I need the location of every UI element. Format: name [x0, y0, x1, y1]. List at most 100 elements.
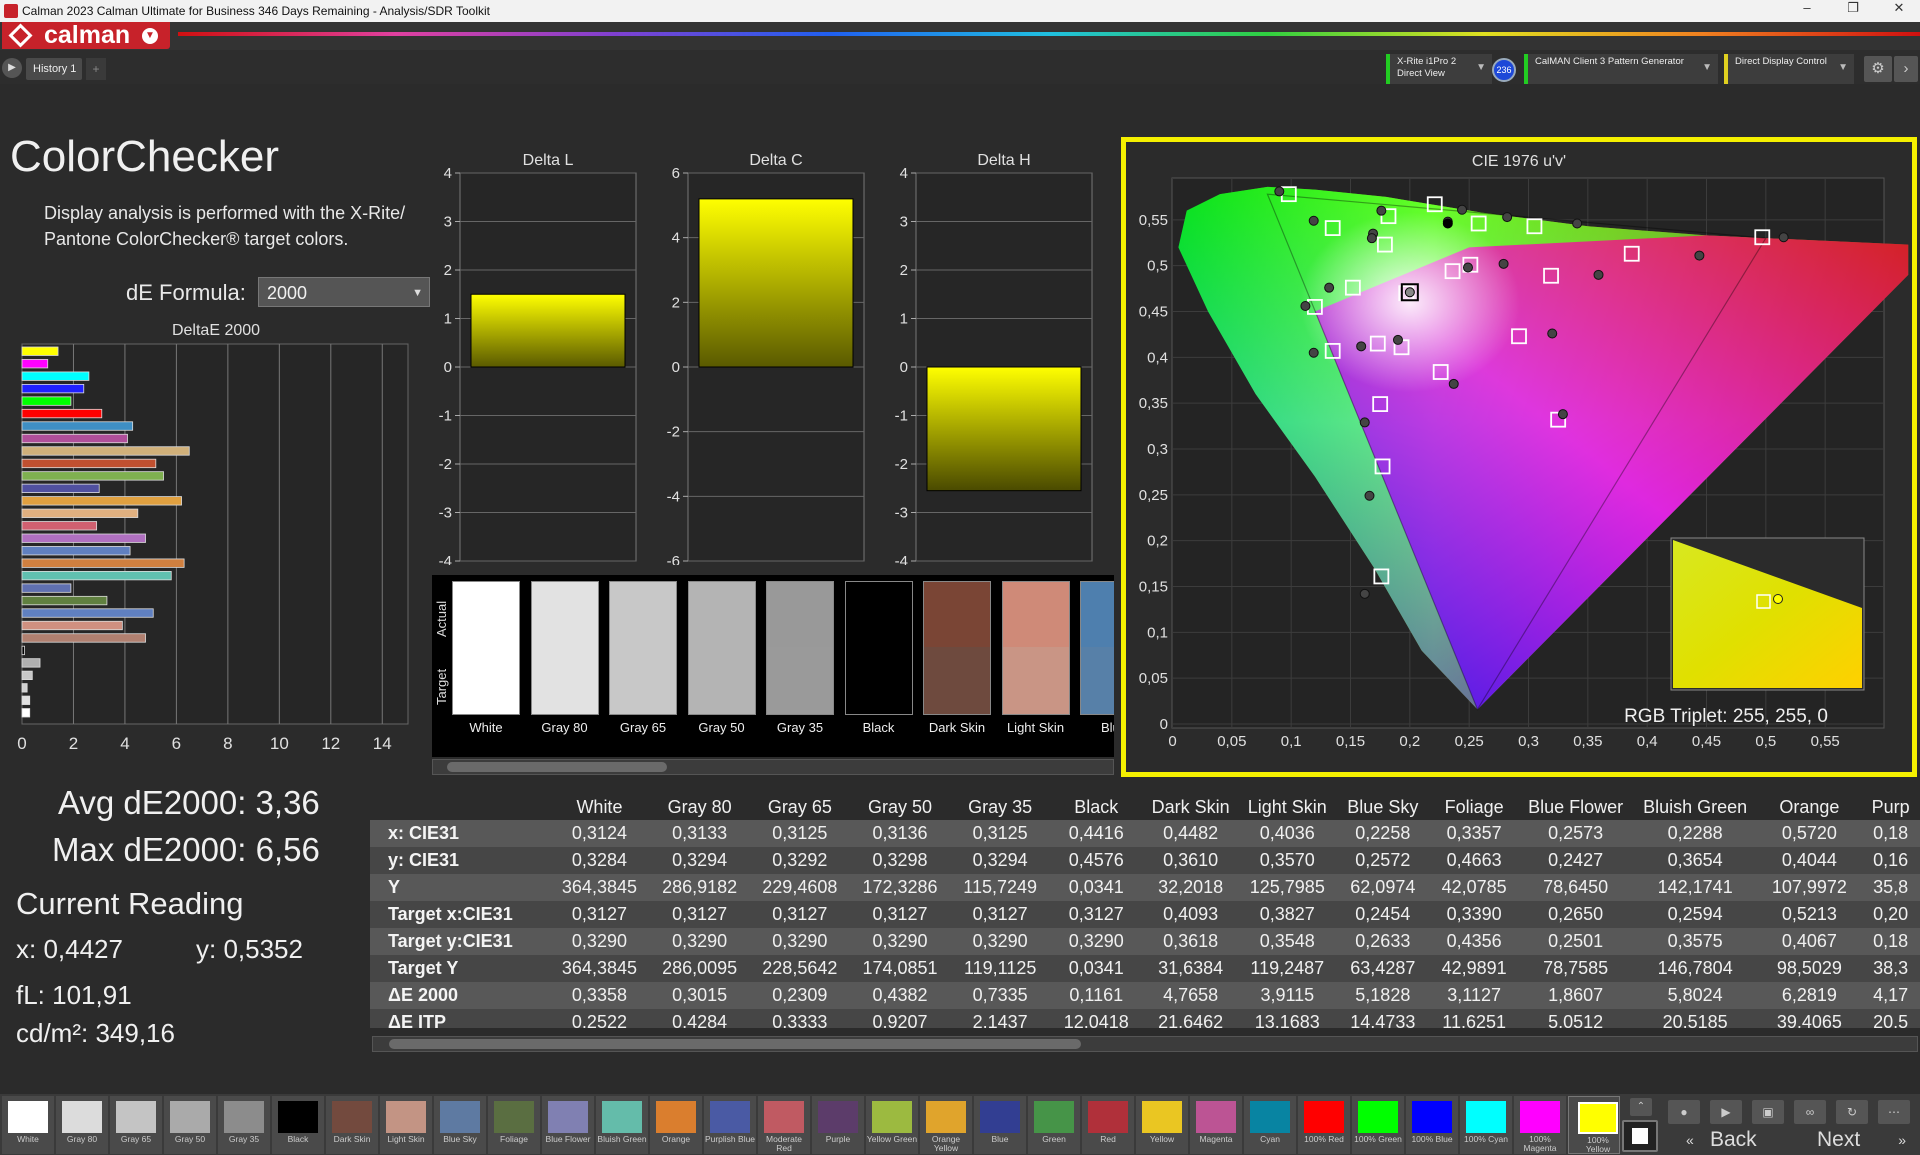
save-icon[interactable]: ▣ [1752, 1100, 1784, 1124]
table-row: x: CIE310,31240,31330,31250,31360,31250,… [370, 820, 1920, 847]
delta-bar [699, 199, 853, 367]
cie-measured-marker [1463, 263, 1472, 272]
cie-measured-marker [1548, 329, 1557, 338]
table-cell: 5,8024 [1633, 982, 1758, 1009]
meter-device-selector[interactable]: X-Rite i1Pro 2 Direct View ▼ [1386, 54, 1492, 84]
pattern-swatch-button[interactable]: 100% Cyan [1460, 1096, 1512, 1154]
cie-measured-marker [1301, 302, 1310, 311]
scrollbar-thumb[interactable] [447, 762, 667, 772]
pattern-swatch-button[interactable]: Light Skin [380, 1096, 432, 1154]
y-tick-label: 4 [672, 230, 680, 247]
pattern-swatch-button[interactable]: Purplish Blue [704, 1096, 756, 1154]
play-icon[interactable]: ▶ [2, 58, 22, 78]
scrollbar-thumb[interactable] [389, 1039, 1081, 1049]
swatch-label: Dark Skin [923, 720, 991, 735]
table-row: ΔE ITP0,25220,42840,33330,92072,143712,0… [370, 1009, 1920, 1028]
swatch-color [548, 1101, 588, 1133]
pattern-swatch-button[interactable]: Gray 35 [218, 1096, 270, 1154]
history-tab[interactable]: History 1 [26, 58, 82, 80]
pattern-swatch-button[interactable]: Yellow [1136, 1096, 1188, 1154]
loop-icon[interactable]: ∞ [1794, 1100, 1826, 1124]
refresh-icon[interactable]: ↻ [1836, 1100, 1868, 1124]
y-tick-label: 2 [900, 262, 908, 279]
minimize-icon[interactable]: – [1790, 0, 1824, 22]
pattern-swatch-button[interactable]: Red [1082, 1096, 1134, 1154]
swatch-label: 100% Green [1352, 1135, 1404, 1144]
pattern-swatch-button[interactable]: Purple [812, 1096, 864, 1154]
record-icon[interactable]: ● [1668, 1100, 1700, 1124]
deltae-bar [22, 484, 99, 492]
swatch-item[interactable]: Gray 65 [609, 581, 677, 751]
pattern-swatch-button[interactable]: Gray 80 [56, 1096, 108, 1154]
pattern-swatch-button[interactable]: Gray 65 [110, 1096, 162, 1154]
delta-chart-title: Delta C [749, 152, 802, 169]
formula-select[interactable]: 2000 ▼ [258, 277, 430, 307]
pattern-swatch-button[interactable]: Yellow Green [866, 1096, 918, 1154]
pattern-swatch-button[interactable]: Orange [650, 1096, 702, 1154]
pattern-swatch-button[interactable]: 100% Green [1352, 1096, 1404, 1154]
pattern-swatch-button[interactable]: Dark Skin [326, 1096, 378, 1154]
pattern-swatch-button[interactable]: White [2, 1096, 54, 1154]
collapse-icon[interactable]: ⌃ [1630, 1098, 1652, 1116]
swatch-item[interactable]: Black [845, 581, 913, 751]
pattern-swatch-button[interactable]: Black [272, 1096, 324, 1154]
pattern-swatch-button[interactable]: 100% Magenta [1514, 1096, 1566, 1154]
swatch-actual [531, 581, 599, 647]
delta-bar [471, 294, 625, 367]
swatch-target [923, 647, 991, 715]
swatch-item[interactable]: Gray 80 [531, 581, 599, 751]
pattern-swatch-button[interactable]: Orange Yellow [920, 1096, 972, 1154]
more-icon[interactable]: ⋯ [1878, 1100, 1910, 1124]
table-cell: 0,0341 [1050, 955, 1142, 982]
pattern-swatch-button[interactable]: Blue [974, 1096, 1026, 1154]
pattern-swatch-button[interactable]: Moderate Red [758, 1096, 810, 1154]
swatch-item[interactable]: Light Skin [1002, 581, 1070, 751]
restore-icon[interactable]: ❐ [1836, 0, 1870, 22]
swatch-item[interactable]: White [452, 581, 520, 751]
pattern-swatch-button[interactable]: Blue Sky [434, 1096, 486, 1154]
swatch-item[interactable]: Gray 50 [688, 581, 756, 751]
pattern-swatch-button[interactable]: Gray 50 [164, 1096, 216, 1154]
device-badge[interactable]: 236 [1492, 58, 1516, 82]
chevron-down-icon[interactable]: ▼ [142, 28, 158, 44]
pattern-swatch-button[interactable]: 100% Blue [1406, 1096, 1458, 1154]
back-button[interactable]: « Back [1680, 1128, 1790, 1152]
pattern-swatch-button[interactable]: Green [1028, 1096, 1080, 1154]
inset-measured-marker [1774, 595, 1783, 604]
calman-logo[interactable]: calman ▼ [2, 22, 170, 49]
pattern-swatch-button[interactable]: Foliage [488, 1096, 540, 1154]
play-step-icon[interactable]: ▶ [1710, 1100, 1742, 1124]
table-cell: 0,3133 [650, 820, 750, 847]
pattern-swatch-button[interactable]: 100% Red [1298, 1096, 1350, 1154]
pattern-swatch-button[interactable]: 100% Yellow [1568, 1096, 1620, 1154]
expand-icon[interactable]: › [1894, 56, 1918, 82]
pattern-generator-selector[interactable]: CalMAN Client 3 Pattern Generator ▼ [1524, 54, 1718, 84]
display-control-selector[interactable]: Direct Display Control ▼ [1724, 54, 1854, 84]
swatch-item[interactable]: Dark Skin [923, 581, 991, 751]
table-cell: 1,8607 [1518, 982, 1633, 1009]
swatch-scrollbar[interactable] [432, 759, 1114, 775]
pattern-swatch-button[interactable]: Magenta [1190, 1096, 1242, 1154]
table-cell: 0,3127 [549, 901, 649, 928]
add-history-button[interactable]: + [86, 58, 106, 80]
close-icon[interactable]: ✕ [1882, 0, 1916, 22]
pattern-swatch-button[interactable]: Cyan [1244, 1096, 1296, 1154]
stop-button[interactable] [1622, 1120, 1658, 1152]
table-row: Target y:CIE310,32900,32900,32900,32900,… [370, 928, 1920, 955]
next-button[interactable]: Next » [1814, 1128, 1918, 1152]
swatch-color [872, 1101, 912, 1133]
pattern-swatch-button[interactable]: Blue Flower [542, 1096, 594, 1154]
swatch-item[interactable]: Gray 35 [766, 581, 834, 751]
swatch-item[interactable]: Blue [1080, 581, 1114, 751]
table-scrollbar[interactable] [372, 1036, 1918, 1052]
cie-panel: CIE 1976 u'v' 00,050,10,150,20,250,30,35… [1121, 137, 1917, 777]
cie-current-measured-marker [1405, 288, 1414, 297]
swatch-color [494, 1101, 534, 1133]
swatch-label: White [452, 720, 520, 735]
cie-measured-marker [1573, 219, 1582, 228]
table-cell: 62,0974 [1336, 874, 1430, 901]
chevron-down-icon: ▼ [412, 278, 423, 308]
settings-gear-icon[interactable]: ⚙ [1864, 56, 1892, 82]
table-header-cell: Gray 80 [650, 794, 750, 820]
pattern-swatch-button[interactable]: Bluish Green [596, 1096, 648, 1154]
